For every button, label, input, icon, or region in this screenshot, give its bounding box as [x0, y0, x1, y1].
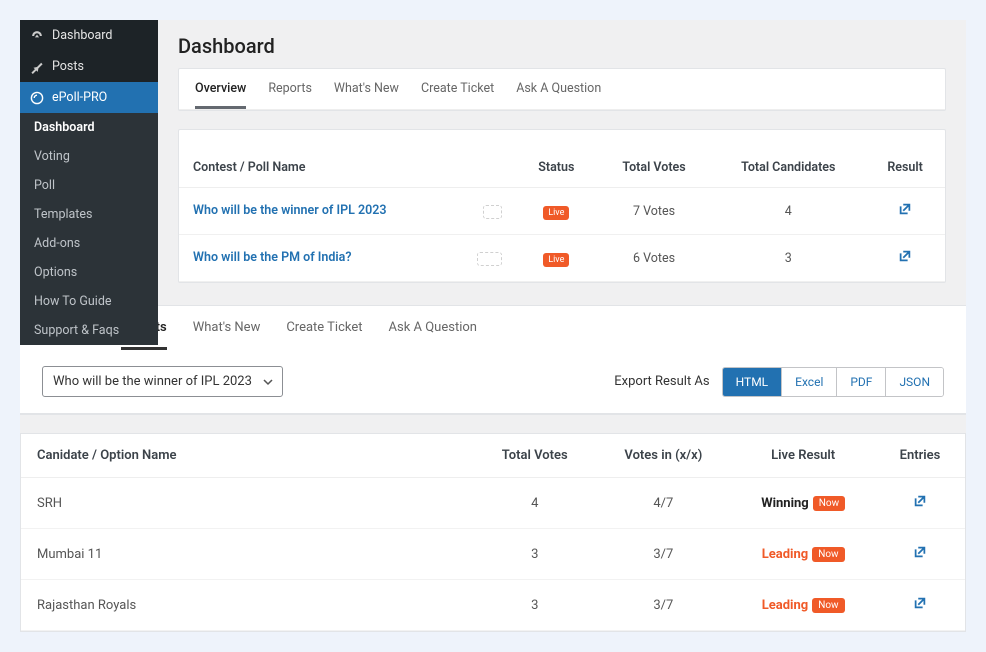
export-buttons: HTML Excel PDF JSON: [722, 367, 944, 397]
status-badge-live: Live: [543, 206, 569, 220]
open-entries-icon[interactable]: [913, 596, 927, 610]
tab2-create-ticket[interactable]: Create Ticket: [286, 306, 362, 350]
sub-item-howto[interactable]: How To Guide: [20, 287, 158, 316]
poll-row: Who will be the PM of India? Live 6 Vote…: [179, 235, 945, 282]
top-tabs: Overview Reports What's New Create Ticke…: [179, 69, 945, 110]
rcol-name: Canidate / Option Name: [21, 434, 474, 478]
tab-overview[interactable]: Overview: [195, 69, 246, 109]
live-leading: Leading: [762, 547, 808, 562]
poll-name-link[interactable]: Who will be the PM of India?: [193, 250, 352, 265]
sidebar-item-posts[interactable]: Posts: [20, 51, 158, 82]
epoll-icon: [30, 91, 44, 105]
faint-badge: [483, 205, 502, 219]
poll-select-value: Who will be the winner of IPL 2023: [53, 374, 252, 389]
sub-item-dashboard[interactable]: Dashboard: [20, 113, 158, 142]
poll-cands: 4: [711, 188, 865, 235]
sidebar-label: Dashboard: [52, 28, 112, 43]
overview-card: Overview Reports What's New Create Ticke…: [178, 68, 946, 111]
col-result: Result: [865, 148, 945, 188]
cand-ratio: 4/7: [595, 478, 731, 529]
now-badge: Now: [812, 598, 844, 613]
results-table: Canidate / Option Name Total Votes Votes…: [21, 434, 965, 631]
cand-ratio: 3/7: [595, 529, 731, 580]
cand-votes: 3: [474, 580, 595, 631]
col-votes: Total Votes: [597, 148, 712, 188]
reports-tabs: Overview Reports What's New Create Ticke…: [20, 306, 966, 350]
now-badge: Now: [813, 496, 845, 511]
cand-votes: 4: [474, 478, 595, 529]
now-badge: Now: [812, 547, 844, 562]
tab2-whatsnew[interactable]: What's New: [193, 306, 261, 350]
export-json[interactable]: JSON: [886, 368, 943, 396]
filter-row: Who will be the winner of IPL 2023 Expor…: [20, 350, 966, 414]
rcol-live: Live Result: [731, 434, 875, 478]
export-pdf[interactable]: PDF: [837, 368, 886, 396]
cand-name: Rajasthan Royals: [21, 580, 474, 631]
poll-votes: 6 Votes: [597, 235, 712, 282]
sub-item-support[interactable]: Support & Faqs: [20, 316, 158, 345]
col-status: Status: [516, 148, 597, 188]
sub-item-poll[interactable]: Poll: [20, 171, 158, 200]
open-entries-icon[interactable]: [913, 494, 927, 508]
cand-votes: 3: [474, 529, 595, 580]
rcol-ratio: Votes in (x/x): [595, 434, 731, 478]
faint-badge: [477, 252, 502, 266]
export-excel[interactable]: Excel: [782, 368, 837, 396]
export-label: Export Result As: [614, 374, 709, 389]
tab-whatsnew[interactable]: What's New: [334, 69, 399, 109]
open-result-icon[interactable]: [898, 249, 912, 263]
rcol-votes: Total Votes: [474, 434, 595, 478]
gauge-icon: [30, 29, 44, 43]
open-result-icon[interactable]: [898, 202, 912, 216]
col-name: Contest / Poll Name: [179, 148, 516, 188]
result-row: Mumbai 11 3 3/7 Leading Now: [21, 529, 965, 580]
status-badge-live: Live: [543, 253, 569, 267]
col-cands: Total Candidates: [711, 148, 865, 188]
result-row: SRH 4 4/7 Winning Now: [21, 478, 965, 529]
sidebar-label: ePoll-PRO: [52, 90, 107, 105]
live-leading: Leading: [762, 598, 808, 613]
chevron-down-icon: [262, 376, 274, 388]
sub-item-options[interactable]: Options: [20, 258, 158, 287]
results-card: Canidate / Option Name Total Votes Votes…: [20, 433, 966, 632]
sidebar-item-epoll[interactable]: ePoll-PRO: [20, 82, 158, 113]
polls-table: Contest / Poll Name Status Total Votes T…: [179, 148, 945, 282]
open-entries-icon[interactable]: [913, 545, 927, 559]
tab-create-ticket[interactable]: Create Ticket: [421, 69, 494, 109]
sidebar-submenu: Dashboard Voting Poll Templates Add-ons …: [20, 113, 158, 345]
poll-name-link[interactable]: Who will be the winner of IPL 2023: [193, 203, 387, 218]
sidebar-item-dashboard[interactable]: Dashboard: [20, 20, 158, 51]
poll-votes: 7 Votes: [597, 188, 712, 235]
tab-ask-question[interactable]: Ask A Question: [516, 69, 601, 109]
export-group: Export Result As HTML Excel PDF JSON: [614, 367, 944, 397]
rcol-entries: Entries: [875, 434, 965, 478]
cand-ratio: 3/7: [595, 580, 731, 631]
poll-row: Who will be the winner of IPL 2023 Live …: [179, 188, 945, 235]
tab2-ask-question[interactable]: Ask A Question: [389, 306, 477, 350]
sub-item-addons[interactable]: Add-ons: [20, 229, 158, 258]
main-content: Dashboard Overview Reports What's New Cr…: [158, 20, 966, 283]
cand-name: Mumbai 11: [21, 529, 474, 580]
export-html[interactable]: HTML: [723, 368, 783, 396]
admin-sidebar: Dashboard Posts ePoll-PRO Dashboard Voti…: [20, 20, 158, 345]
cand-name: SRH: [21, 478, 474, 529]
sub-item-templates[interactable]: Templates: [20, 200, 158, 229]
poll-select[interactable]: Who will be the winner of IPL 2023: [42, 366, 283, 397]
sub-item-voting[interactable]: Voting: [20, 142, 158, 171]
pin-icon: [30, 60, 44, 74]
poll-cands: 3: [711, 235, 865, 282]
result-row: Rajasthan Royals 3 3/7 Leading Now: [21, 580, 965, 631]
sidebar-label: Posts: [52, 59, 84, 74]
tab-reports[interactable]: Reports: [268, 69, 312, 109]
live-winning: Winning: [761, 496, 809, 511]
page-title: Dashboard: [178, 34, 946, 58]
